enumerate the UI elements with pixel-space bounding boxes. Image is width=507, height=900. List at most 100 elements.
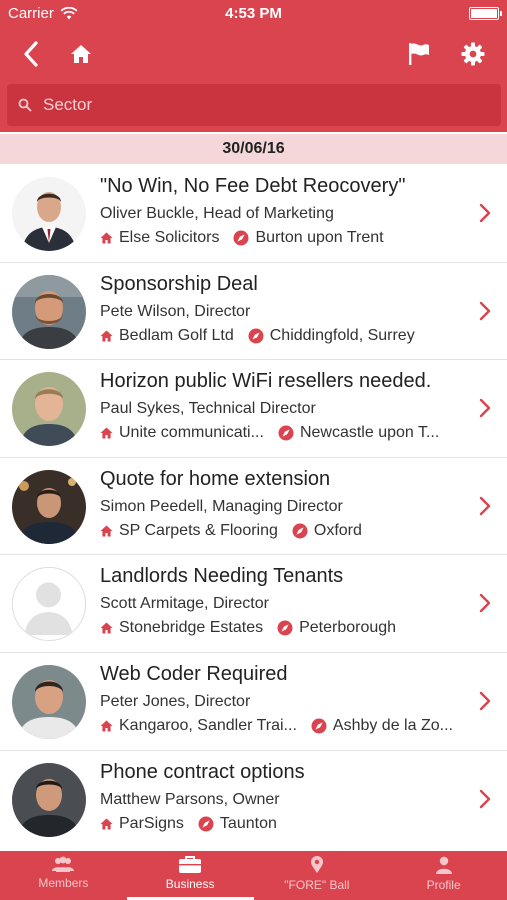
item-meta: ParSigns Taunton bbox=[100, 815, 277, 833]
compass-icon bbox=[292, 523, 308, 539]
compass-icon bbox=[277, 620, 293, 636]
tab-business[interactable]: Business bbox=[126, 851, 254, 900]
sector-search-input[interactable] bbox=[43, 95, 483, 115]
search-bar-container bbox=[0, 80, 507, 132]
member-name-role: Pete Wilson, Director bbox=[100, 302, 251, 320]
avatar bbox=[12, 274, 86, 349]
item-meta: Kangaroo, Sandler Trai... Ashby de la Zo… bbox=[100, 717, 453, 735]
item-meta: Bedlam Golf Ltd Chiddingfold, Surrey bbox=[100, 327, 415, 345]
company-name: Stonebridge Estates bbox=[119, 619, 264, 637]
home-icon bbox=[100, 818, 113, 830]
member-name-role: Peter Jones, Director bbox=[100, 692, 251, 710]
home-icon bbox=[100, 525, 113, 537]
briefcase-icon bbox=[179, 856, 202, 873]
tab-label: Business bbox=[165, 877, 215, 891]
search-bar[interactable] bbox=[7, 84, 501, 126]
compass-icon bbox=[248, 328, 264, 344]
request-title: Web Coder Required bbox=[100, 662, 288, 685]
settings-button[interactable] bbox=[456, 38, 490, 70]
location-name: Newcastle upon T... bbox=[299, 424, 440, 442]
list-item[interactable]: Landlords Needing Tenants Scott Armitage… bbox=[0, 555, 507, 653]
status-bar: Carrier 4:53 PM bbox=[0, 0, 507, 28]
request-title: Horizon public WiFi resellers needed. bbox=[100, 370, 432, 393]
request-title: Quote for home extension bbox=[100, 467, 331, 490]
item-meta: Unite communicati... Newcastle upon T... bbox=[100, 424, 439, 442]
request-title: "No Win, No Fee Debt Reocovery" bbox=[100, 175, 406, 197]
home-icon bbox=[71, 45, 91, 63]
location-name: Burton upon Trent bbox=[255, 229, 384, 246]
tab-label: Profile bbox=[426, 878, 461, 892]
status-time: 4:53 PM bbox=[225, 5, 282, 22]
gear-icon bbox=[461, 42, 485, 66]
home-icon bbox=[100, 622, 113, 634]
company-name: Kangaroo, Sandler Trai... bbox=[119, 716, 297, 734]
tab-label: Members bbox=[38, 876, 89, 890]
members-icon bbox=[52, 856, 75, 872]
company-name: SP Carpets & Flooring bbox=[119, 521, 278, 539]
battery-icon bbox=[469, 7, 502, 20]
avatar-placeholder bbox=[12, 567, 86, 642]
chevron-right-icon bbox=[479, 398, 491, 418]
company-name: ParSigns bbox=[119, 814, 184, 832]
tab-label: "FORE" Ball bbox=[284, 878, 350, 892]
member-name-role: Oliver Buckle, Head of Marketing bbox=[100, 205, 334, 222]
item-meta: Stonebridge Estates Peterborough bbox=[100, 619, 396, 637]
member-name-role: Simon Peedell, Managing Director bbox=[100, 497, 343, 515]
tab-members[interactable]: Members bbox=[0, 851, 127, 900]
company-name: Else Solicitors bbox=[119, 229, 220, 246]
list-item[interactable]: Horizon public WiFi resellers needed. Pa… bbox=[0, 360, 507, 458]
home-icon bbox=[100, 720, 113, 732]
company-name: Unite communicati... bbox=[119, 424, 264, 442]
back-button[interactable] bbox=[14, 38, 48, 70]
location-name: Ashby de la Zo... bbox=[332, 716, 453, 734]
request-title: Sponsorship Deal bbox=[100, 272, 258, 295]
list-item[interactable]: Quote for home extension Simon Peedell, … bbox=[0, 458, 507, 556]
list-item[interactable]: Sponsorship Deal Pete Wilson, Director B… bbox=[0, 263, 507, 361]
company-name: Bedlam Golf Ltd bbox=[119, 326, 234, 344]
home-icon bbox=[100, 427, 113, 439]
request-title: Phone contract options bbox=[100, 760, 305, 783]
request-title: Landlords Needing Tenants bbox=[100, 565, 344, 588]
home-icon bbox=[100, 232, 113, 244]
chevron-right-icon bbox=[479, 496, 491, 515]
list-item[interactable]: Phone contract options Matthew Parsons, … bbox=[0, 751, 507, 849]
item-meta: SP Carpets & Flooring Oxford bbox=[100, 522, 362, 540]
profile-icon bbox=[435, 856, 452, 874]
avatar bbox=[12, 762, 86, 837]
location-name: Taunton bbox=[219, 814, 277, 832]
chevron-left-icon bbox=[24, 41, 38, 67]
location-pin-icon bbox=[310, 856, 323, 873]
location-name: Peterborough bbox=[299, 619, 397, 637]
compass-icon bbox=[311, 718, 327, 734]
home-icon bbox=[100, 330, 113, 342]
member-name-role: Paul Sykes, Technical Director bbox=[100, 400, 316, 418]
location-name: Oxford bbox=[313, 521, 362, 539]
chevron-right-icon bbox=[479, 301, 491, 320]
tab-profile[interactable]: Profile bbox=[380, 851, 507, 900]
avatar bbox=[12, 469, 86, 544]
business-request-list: "No Win, No Fee Debt Reocovery" Oliver B… bbox=[0, 165, 507, 848]
avatar bbox=[12, 664, 86, 739]
list-item[interactable]: Web Coder Required Peter Jones, Director… bbox=[0, 653, 507, 751]
flag-button[interactable] bbox=[402, 38, 436, 70]
chevron-right-icon bbox=[479, 594, 491, 613]
chevron-right-icon bbox=[479, 789, 491, 808]
tab-fore-ball[interactable]: "FORE" Ball bbox=[254, 851, 381, 900]
chevron-right-icon bbox=[479, 691, 491, 711]
home-button[interactable] bbox=[64, 38, 98, 70]
list-item[interactable]: "No Win, No Fee Debt Reocovery" Oliver B… bbox=[0, 165, 507, 263]
compass-icon bbox=[278, 425, 294, 441]
avatar bbox=[12, 177, 86, 251]
navigation-bar bbox=[0, 28, 507, 80]
tab-bar: Members Business "FORE" Ball Profile bbox=[0, 851, 507, 900]
compass-icon bbox=[233, 230, 249, 246]
avatar bbox=[12, 372, 86, 447]
member-name-role: Matthew Parsons, Owner bbox=[100, 790, 280, 808]
search-icon bbox=[7, 98, 43, 112]
chevron-right-icon bbox=[479, 203, 491, 223]
flag-icon bbox=[409, 43, 429, 65]
compass-icon bbox=[198, 816, 214, 832]
member-name-role: Scott Armitage, Director bbox=[100, 595, 269, 613]
item-meta: Else Solicitors Burton upon Trent bbox=[100, 229, 384, 247]
date-section-header: 30/06/16 bbox=[0, 134, 507, 164]
